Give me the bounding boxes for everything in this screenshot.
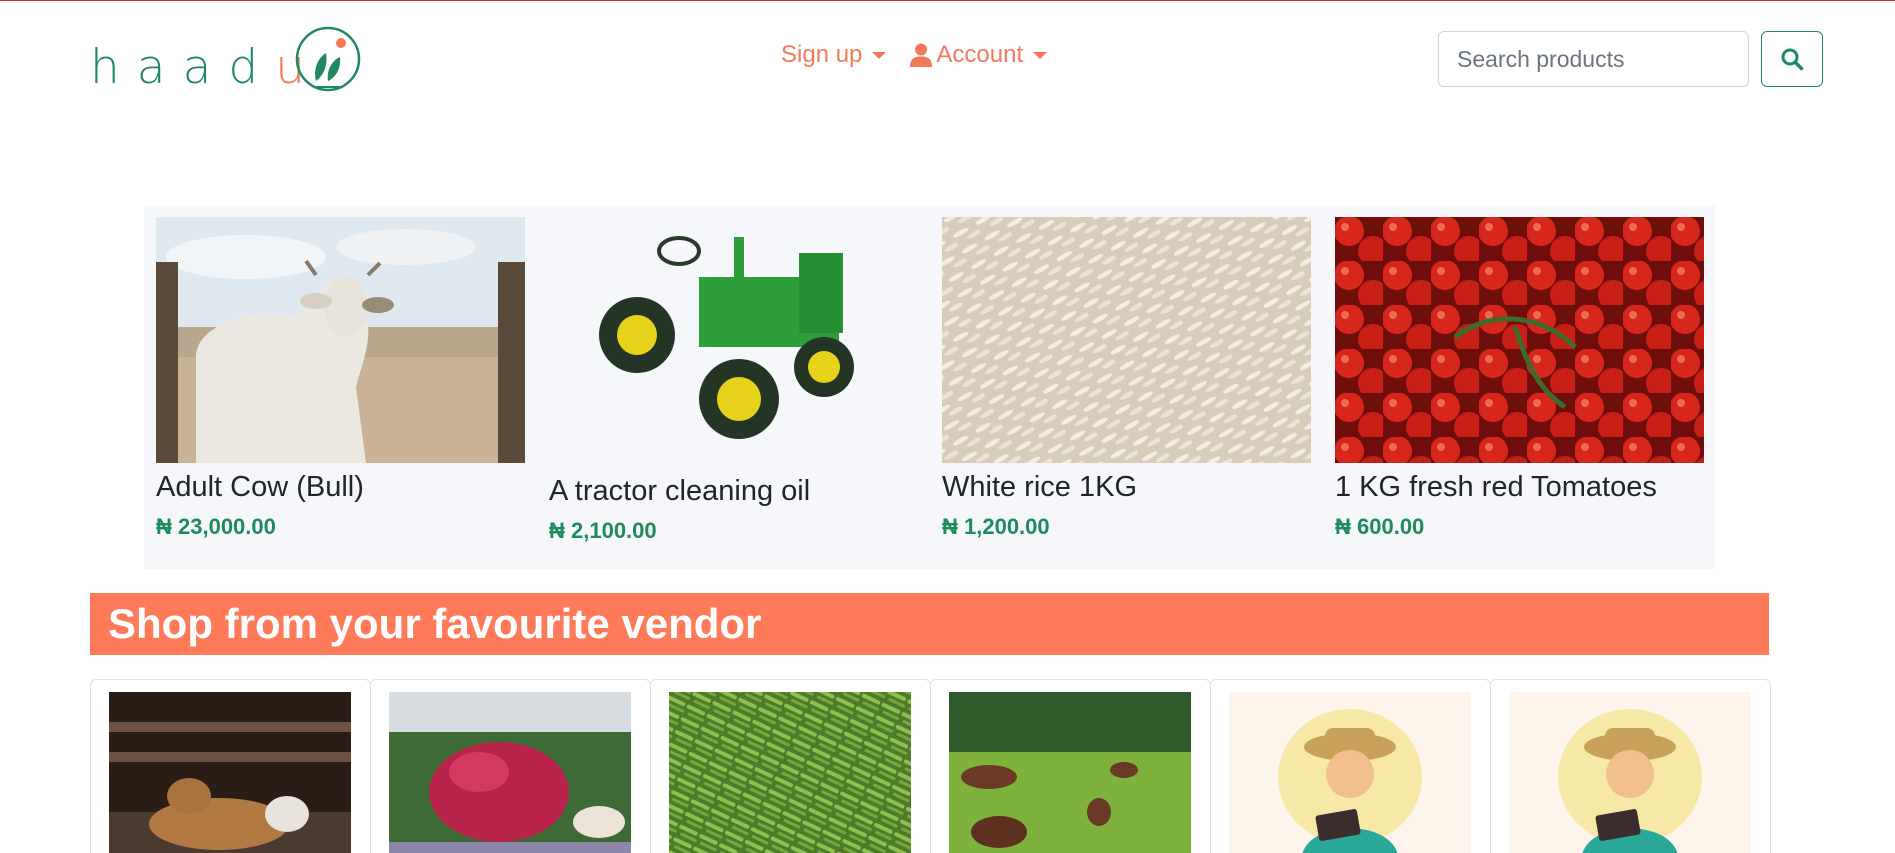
search-icon: [1781, 48, 1804, 71]
search-input[interactable]: [1438, 31, 1749, 87]
vendor-card[interactable]: [90, 679, 371, 853]
search-button[interactable]: [1761, 31, 1823, 87]
product-name[interactable]: A tractor cleaning oil: [549, 475, 918, 508]
product-image[interactable]: [1335, 217, 1704, 463]
vendors-heading: Shop from your favourite vendor: [90, 593, 1769, 655]
chevron-down-icon: [1033, 51, 1048, 59]
account-label: Account: [936, 41, 1024, 68]
product-price: ₦ 1,200.00: [942, 514, 1050, 539]
product-name[interactable]: 1 KG fresh red Tomatoes: [1335, 471, 1704, 504]
vendor-image[interactable]: [389, 692, 631, 853]
product-card[interactable]: White rice 1KG ₦ 1,200.00: [942, 217, 1311, 540]
signup-label: Sign up: [781, 41, 863, 68]
vendor-card[interactable]: [650, 679, 931, 853]
featured-products: Adult Cow (Bull) ₦ 23,000.00 A tractor c…: [144, 206, 1715, 569]
site-header: haadu Sign up Account: [0, 1, 1895, 119]
vendor-image[interactable]: [109, 692, 351, 853]
product-price: ₦ 23,000.00: [156, 514, 276, 539]
chevron-down-icon: [872, 51, 887, 59]
product-name[interactable]: Adult Cow (Bull): [156, 471, 525, 504]
vendor-avatar[interactable]: [1229, 692, 1471, 853]
product-image[interactable]: [549, 217, 918, 467]
vendor-card[interactable]: [1490, 679, 1771, 853]
vendor-card[interactable]: [370, 679, 651, 853]
vendor-image[interactable]: [949, 692, 1191, 853]
user-icon: [910, 43, 933, 67]
product-image[interactable]: [942, 217, 1311, 463]
product-card[interactable]: 1 KG fresh red Tomatoes ₦ 600.00: [1335, 217, 1704, 540]
product-card[interactable]: A tractor cleaning oil ₦ 2,100.00: [549, 217, 918, 544]
product-price: ₦ 600.00: [1335, 514, 1425, 539]
brand-wordmark: haadu: [90, 40, 323, 95]
product-image[interactable]: [156, 217, 525, 463]
leaf-logo-icon: [295, 26, 361, 92]
vendor-card[interactable]: [930, 679, 1211, 853]
vendor-avatar[interactable]: [1509, 692, 1751, 853]
vendor-image[interactable]: [669, 692, 911, 853]
product-price: ₦ 2,100.00: [549, 518, 657, 543]
brand-logo[interactable]: haadu: [90, 25, 361, 95]
signup-dropdown[interactable]: Sign up: [781, 41, 887, 69]
product-name[interactable]: White rice 1KG: [942, 471, 1311, 504]
main-nav: Sign up Account: [781, 41, 1048, 69]
account-dropdown[interactable]: Account: [910, 41, 1048, 69]
vendor-card[interactable]: [1210, 679, 1491, 853]
product-card[interactable]: Adult Cow (Bull) ₦ 23,000.00: [156, 217, 525, 540]
